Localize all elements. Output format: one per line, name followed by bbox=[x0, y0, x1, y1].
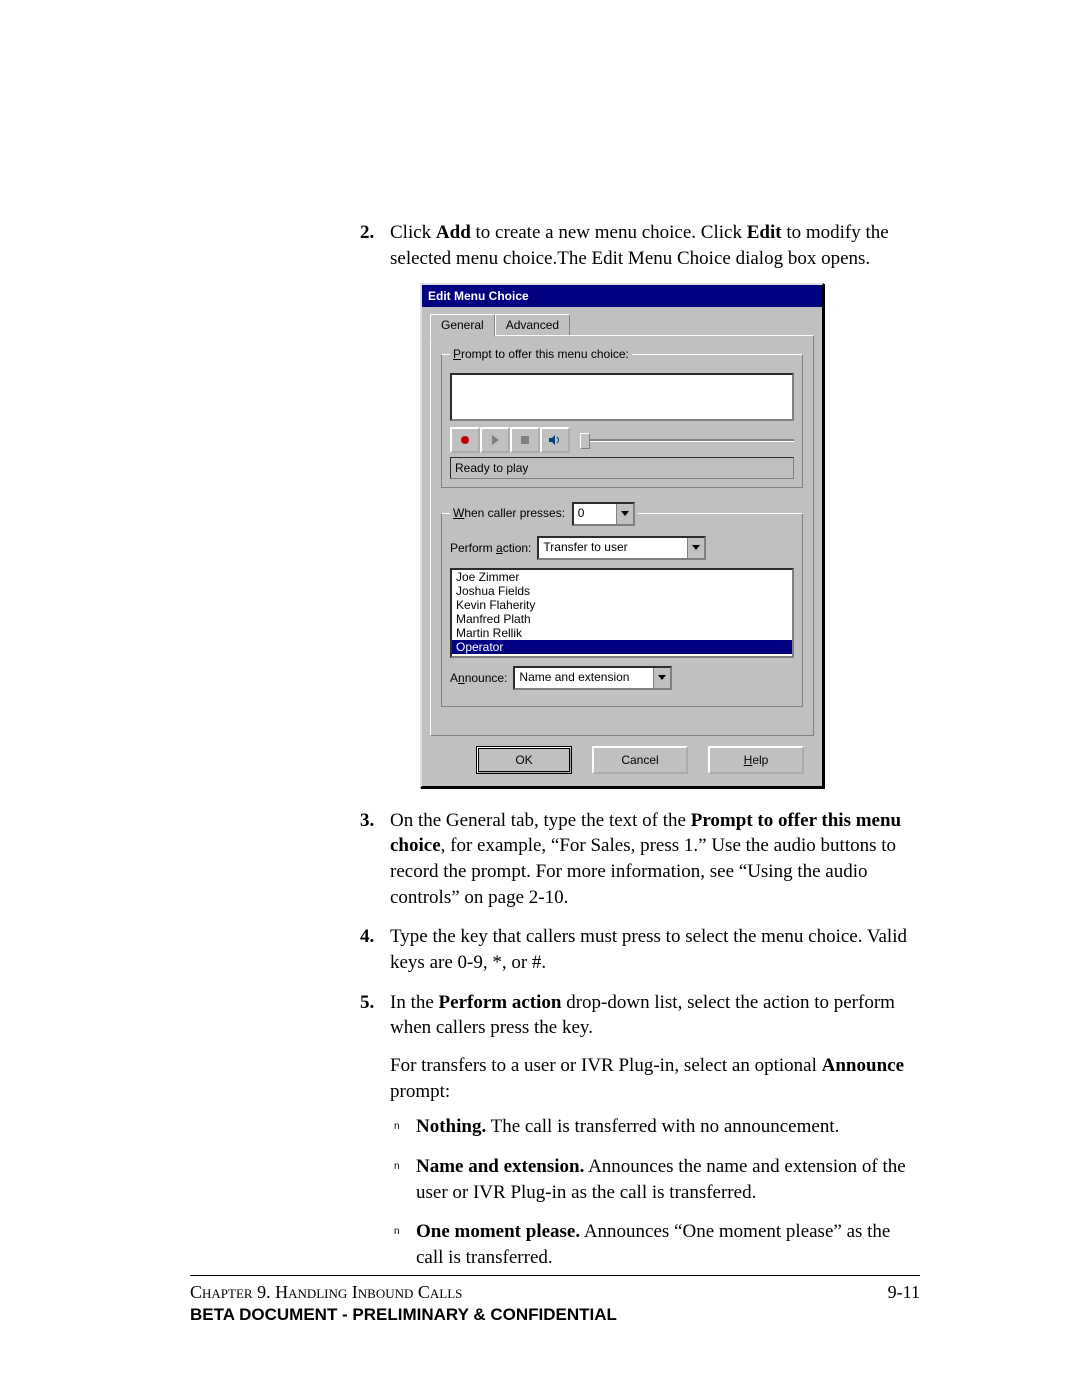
step-text: In the Perform action drop-down list, se… bbox=[390, 992, 895, 1039]
perform-action-combo[interactable]: Transfer to user bbox=[537, 536, 706, 560]
bullet-marker: n bbox=[394, 1225, 400, 1239]
chevron-down-icon[interactable] bbox=[616, 504, 633, 524]
step-text: Click Add to create a new menu choice. C… bbox=[390, 222, 889, 269]
step-text: On the General tab, type the text of the… bbox=[390, 810, 901, 908]
chevron-down-icon[interactable] bbox=[687, 538, 704, 558]
ok-button[interactable]: OK bbox=[476, 746, 572, 774]
confidential-banner: BETA DOCUMENT - PRELIMINARY & CONFIDENTI… bbox=[190, 1305, 920, 1325]
list-item[interactable]: Kevin Flaherity bbox=[452, 598, 792, 612]
page-number: 9-11 bbox=[888, 1282, 920, 1303]
document-page: 2. Click Add to create a new menu choice… bbox=[0, 0, 1080, 1397]
when-caller-legend: When caller presses: 0 bbox=[450, 502, 638, 526]
footer-row: Chapter 9. Handling Inbound Calls 9-11 bbox=[190, 1282, 920, 1303]
step-number: 2. bbox=[360, 220, 374, 246]
list-item[interactable]: Martin Rellik bbox=[452, 626, 792, 640]
content-column: 2. Click Add to create a new menu choice… bbox=[360, 220, 920, 1270]
output-device-button[interactable] bbox=[540, 427, 570, 453]
list-item-selected[interactable]: Operator bbox=[452, 640, 792, 654]
cancel-button[interactable]: Cancel bbox=[592, 746, 688, 774]
stop-button[interactable] bbox=[510, 427, 540, 453]
tab-panel-general: Prompt to offer this menu choice: bbox=[430, 335, 814, 735]
step-subtext: For transfers to a user or IVR Plug-in, … bbox=[390, 1053, 920, 1104]
speaker-icon bbox=[548, 434, 562, 446]
edit-menu-choice-dialog: Edit Menu Choice GeneralAdvanced Prompt … bbox=[420, 283, 824, 788]
step-5: 5. In the Perform action drop-down list,… bbox=[360, 990, 920, 1271]
announce-label: Announce: bbox=[450, 670, 507, 686]
perform-action-row: Perform action: Transfer to user bbox=[450, 536, 794, 560]
bullet-name-extension: nName and extension. Announces the name … bbox=[390, 1154, 920, 1205]
footer-rule bbox=[190, 1275, 920, 1276]
tab-advanced[interactable]: Advanced bbox=[495, 314, 570, 335]
chevron-down-icon[interactable] bbox=[653, 668, 670, 688]
tab-general[interactable]: General bbox=[430, 314, 495, 336]
help-button[interactable]: Help bbox=[708, 746, 804, 774]
list-item[interactable]: Joe Zimmer bbox=[452, 570, 792, 584]
prompt-group-legend: Prompt to offer this menu choice: bbox=[450, 346, 632, 362]
announce-row: Announce: Name and extension bbox=[450, 666, 794, 690]
step-3: 3. On the General tab, type the text of … bbox=[360, 808, 920, 911]
tab-bar: GeneralAdvanced bbox=[430, 313, 814, 335]
prompt-group: Prompt to offer this menu choice: bbox=[441, 346, 803, 487]
bullet-marker: n bbox=[394, 1120, 400, 1134]
step-2: 2. Click Add to create a new menu choice… bbox=[360, 220, 920, 788]
dialog-title: Edit Menu Choice bbox=[422, 285, 822, 307]
play-button[interactable] bbox=[480, 427, 510, 453]
step-text: Type the key that callers must press to … bbox=[390, 926, 907, 973]
user-listbox[interactable]: Joe Zimmer Joshua Fields Kevin Flaherity… bbox=[450, 568, 794, 658]
audio-controls bbox=[450, 427, 794, 453]
step-list: 2. Click Add to create a new menu choice… bbox=[360, 220, 920, 1270]
record-button[interactable] bbox=[450, 427, 480, 453]
announce-combo[interactable]: Name and extension bbox=[513, 666, 672, 690]
page-footer: Chapter 9. Handling Inbound Calls 9-11 B… bbox=[190, 1275, 920, 1325]
dialog-figure: Edit Menu Choice GeneralAdvanced Prompt … bbox=[420, 283, 920, 788]
step-number: 4. bbox=[360, 924, 374, 950]
list-item[interactable]: Joshua Fields bbox=[452, 584, 792, 598]
list-item[interactable]: Manfred Plath bbox=[452, 612, 792, 626]
bullet-marker: n bbox=[394, 1160, 400, 1174]
prompt-text-input[interactable] bbox=[450, 373, 794, 421]
playback-slider[interactable] bbox=[580, 437, 794, 443]
step-number: 5. bbox=[360, 990, 374, 1016]
bullet-nothing: nNothing. The call is transferred with n… bbox=[390, 1114, 920, 1140]
slider-thumb[interactable] bbox=[580, 433, 590, 449]
dialog-body: GeneralAdvanced Prompt to offer this men… bbox=[422, 307, 822, 785]
when-caller-group: When caller presses: 0 Perform action: T… bbox=[441, 502, 803, 707]
step-number: 3. bbox=[360, 808, 374, 834]
perform-action-label: Perform action: bbox=[450, 540, 531, 556]
bullet-one-moment: nOne moment please. Announces “One momen… bbox=[390, 1219, 920, 1270]
dialog-button-row: OK Cancel Help bbox=[430, 736, 814, 778]
announce-options-list: nNothing. The call is transferred with n… bbox=[390, 1114, 920, 1270]
chapter-label: Chapter 9. Handling Inbound Calls bbox=[190, 1282, 462, 1303]
audio-status: Ready to play bbox=[450, 457, 794, 479]
step-4: 4. Type the key that callers must press … bbox=[360, 924, 920, 975]
caller-key-combo[interactable]: 0 bbox=[572, 502, 635, 526]
